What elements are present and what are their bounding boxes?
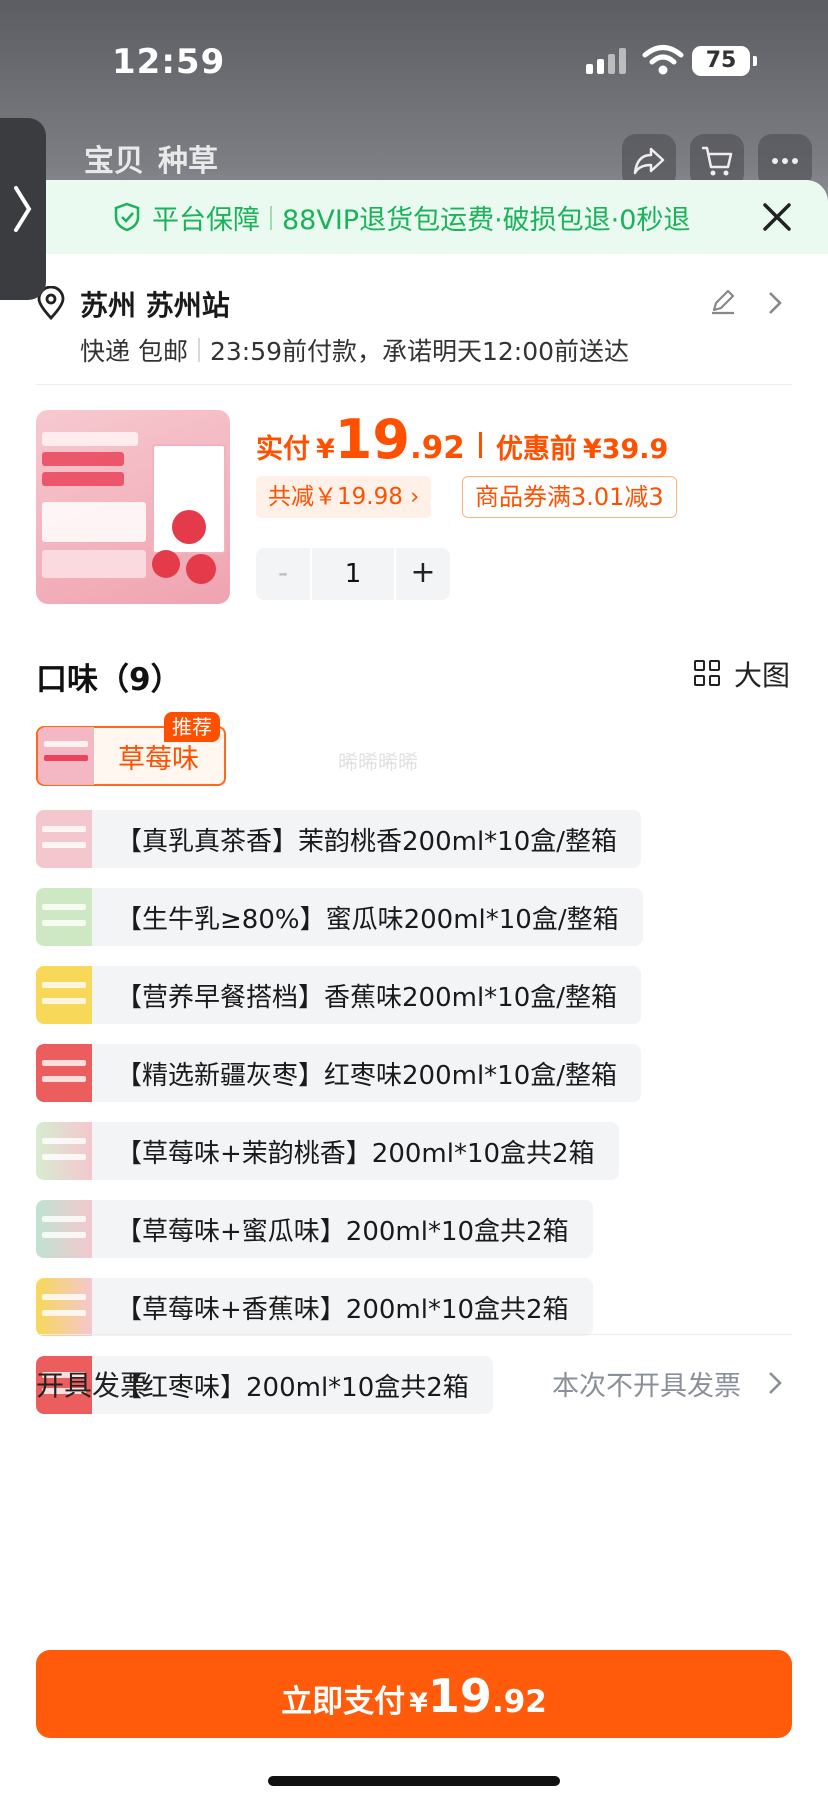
price-integer: 19 bbox=[334, 408, 410, 471]
option-thumbnail bbox=[36, 1044, 92, 1102]
option-thumbnail bbox=[38, 727, 94, 785]
decrease-button[interactable]: - bbox=[256, 548, 310, 600]
shipping-info: 快递 包邮 23:59前付款，承诺明天12:00前送达 bbox=[80, 332, 629, 368]
big-image-toggle[interactable]: 大图 bbox=[694, 654, 790, 694]
flavor-option[interactable]: 【精选新疆灰枣】红枣味200ml*10盒/整箱 bbox=[36, 1044, 642, 1102]
option-thumbnail bbox=[36, 888, 92, 946]
price-before-label: 优惠前 bbox=[495, 434, 577, 465]
invoice-value[interactable]: 本次不开具发票 bbox=[552, 1364, 741, 1403]
option-label: 【草莓味+蜜瓜味】200ml*10盒共2箱 bbox=[116, 1216, 569, 1247]
status-bar: 12:59 75 bbox=[0, 0, 828, 120]
flavor-option[interactable]: 【草莓味+香蕉味】200ml*10盒共2箱 bbox=[36, 1278, 593, 1336]
option-label: 【营养早餐搭档】香蕉味200ml*10盒/整箱 bbox=[116, 982, 618, 1013]
flavor-option[interactable]: 【草莓味+茉韵桃香】200ml*10盒共2箱 bbox=[36, 1122, 619, 1180]
guarantee-text: 平台保障 88VIP退货包运费·破损包退·0秒退 bbox=[152, 198, 690, 237]
battery-icon: 75 bbox=[692, 46, 757, 76]
option-label: 【草莓味+茉韵桃香】200ml*10盒共2箱 bbox=[116, 1138, 595, 1169]
pay-label: 立即支付 bbox=[281, 1684, 406, 1720]
side-drawer-handle[interactable] bbox=[0, 118, 46, 300]
guarantee-detail: 88VIP退货包运费·破损包退·0秒退 bbox=[282, 205, 691, 236]
cellular-signal-icon bbox=[586, 48, 630, 74]
option-thumbnail bbox=[36, 1200, 92, 1258]
tab-product[interactable]: 宝贝 bbox=[84, 136, 144, 180]
quantity-stepper: - 1 + bbox=[256, 548, 450, 600]
flavor-option[interactable]: 【草莓味+蜜瓜味】200ml*10盒共2箱 bbox=[36, 1200, 593, 1258]
option-thumbnail bbox=[36, 1278, 92, 1336]
option-label: 草莓味 bbox=[118, 743, 199, 775]
option-thumbnail bbox=[36, 966, 92, 1024]
total-discount-chip[interactable]: 共减￥19.98 › bbox=[256, 476, 432, 518]
wifi-icon bbox=[642, 45, 684, 75]
product-image[interactable] bbox=[36, 410, 230, 604]
home-indicator bbox=[268, 1776, 560, 1786]
chevron-right-icon bbox=[14, 186, 32, 232]
shield-check-icon bbox=[114, 202, 140, 232]
pay-integer: 19 bbox=[427, 1669, 492, 1723]
pay-decimal: .92 bbox=[491, 1684, 547, 1720]
coupon-chip[interactable]: 商品券满3.01减3 bbox=[462, 476, 677, 518]
watermark: 晞晞晞晞 bbox=[338, 750, 418, 774]
option-thumbnail bbox=[36, 810, 92, 868]
edit-icon[interactable] bbox=[708, 286, 738, 316]
price-decimal: .92 bbox=[409, 430, 465, 466]
invoice-label: 开具发票 bbox=[36, 1369, 149, 1402]
price-before-value: ¥39.9 bbox=[582, 434, 669, 465]
option-label: 【草莓味+香蕉味】200ml*10盒共2箱 bbox=[116, 1294, 569, 1325]
guarantee-banner[interactable]: 平台保障 88VIP退货包运费·破损包退·0秒退 bbox=[0, 180, 828, 254]
divider bbox=[36, 1334, 792, 1335]
flavor-section-title: 口味（9） bbox=[36, 662, 182, 698]
price-currency: ¥ bbox=[316, 434, 335, 465]
order-sheet: 平台保障 88VIP退货包运费·破损包退·0秒退 苏州 苏州站 快递 包邮 23:5… bbox=[0, 180, 828, 1800]
recommend-badge: 推荐 bbox=[164, 712, 220, 742]
share-icon bbox=[633, 147, 665, 175]
quantity-value[interactable]: 1 bbox=[310, 548, 396, 600]
status-time: 12:59 bbox=[112, 42, 226, 82]
pay-now-button[interactable]: 立即支付 ¥ 19 .92 bbox=[36, 1650, 792, 1738]
shipping-method: 快递 包邮 bbox=[80, 337, 188, 366]
option-label: 【生牛乳≥80%】蜜瓜味200ml*10盒/整箱 bbox=[116, 904, 619, 935]
big-image-label: 大图 bbox=[734, 659, 791, 692]
close-icon[interactable] bbox=[760, 200, 794, 234]
delivery-promise: 23:59前付款，承诺明天12:00前送达 bbox=[209, 337, 630, 366]
option-thumbnail bbox=[36, 1122, 92, 1180]
increase-button[interactable]: + bbox=[396, 548, 450, 600]
chevron-right-icon[interactable] bbox=[766, 290, 784, 316]
cart-icon bbox=[702, 146, 733, 176]
address-name[interactable]: 苏州 苏州站 bbox=[80, 284, 230, 324]
chevron-right-icon[interactable] bbox=[766, 1370, 784, 1396]
grid-icon bbox=[694, 660, 722, 688]
paid-label: 实付 bbox=[256, 434, 310, 465]
pay-currency: ¥ bbox=[409, 1688, 428, 1719]
more-icon bbox=[772, 158, 798, 164]
option-label: 【红枣味】200ml*10盒共2箱 bbox=[116, 1372, 469, 1403]
option-label: 【精选新疆灰枣】红枣味200ml*10盒/整箱 bbox=[116, 1060, 618, 1091]
tab-recommend[interactable]: 种草 bbox=[158, 136, 218, 180]
price-summary: 实付 ¥ 19 .92 优惠前 ¥39.9 bbox=[256, 408, 668, 471]
flavor-option[interactable]: 【生牛乳≥80%】蜜瓜味200ml*10盒/整箱 bbox=[36, 888, 643, 946]
flavor-option[interactable]: 【营养早餐搭档】香蕉味200ml*10盒/整箱 bbox=[36, 966, 642, 1024]
flavor-option[interactable]: 【真乳真茶香】茉韵桃香200ml*10盒/整箱 bbox=[36, 810, 642, 868]
divider bbox=[36, 384, 792, 385]
option-label: 【真乳真茶香】茉韵桃香200ml*10盒/整箱 bbox=[116, 826, 618, 857]
guarantee-label: 平台保障 bbox=[152, 205, 260, 236]
